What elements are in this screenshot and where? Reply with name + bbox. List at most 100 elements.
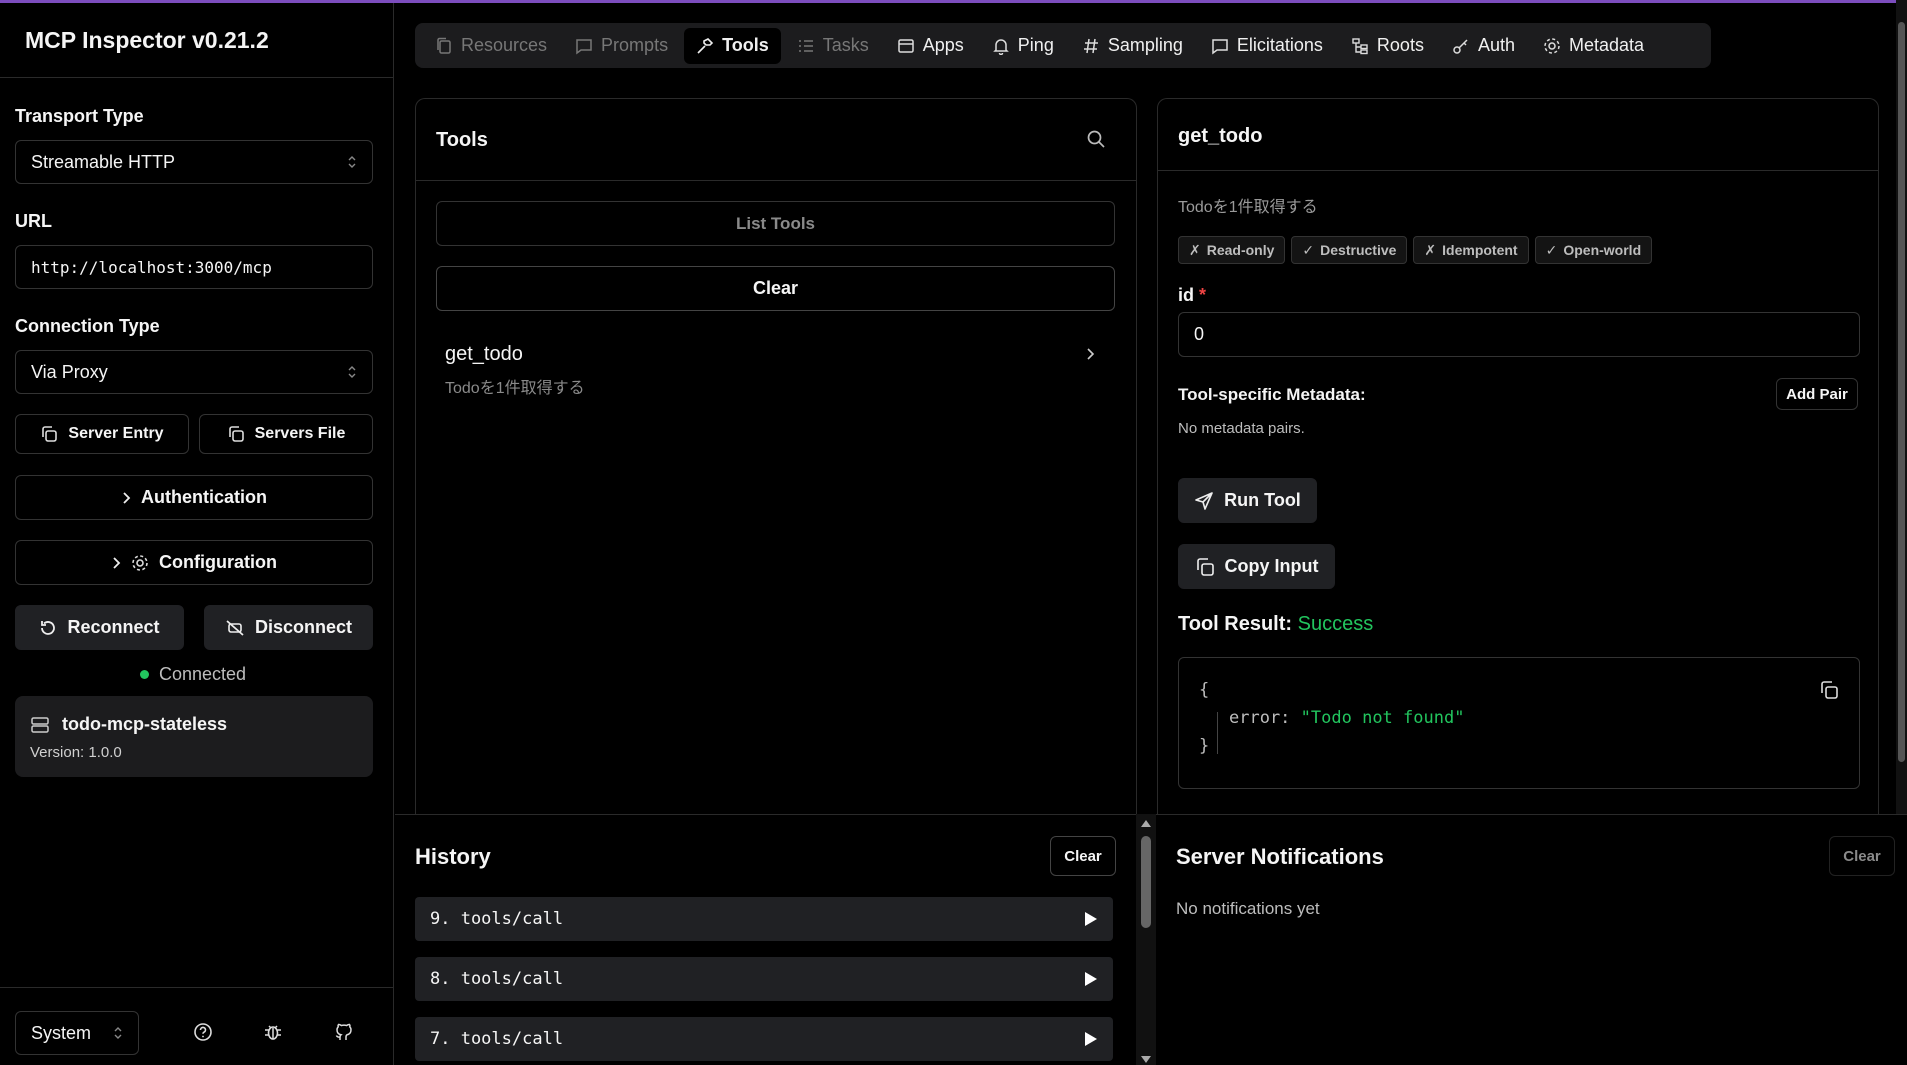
reconnect-label: Reconnect bbox=[67, 617, 160, 637]
app-title: MCP Inspector v0.21.2 bbox=[0, 3, 393, 78]
tab-prompts[interactable]: Prompts bbox=[563, 28, 680, 64]
metadata-label: Tool-specific Metadata: bbox=[1178, 385, 1366, 404]
list-icon bbox=[797, 37, 815, 55]
notifications-title: Server Notifications bbox=[1176, 844, 1384, 869]
history-clear-button[interactable]: Clear bbox=[1050, 836, 1116, 876]
chevron-up-down-icon bbox=[113, 1026, 123, 1040]
transport-type-select[interactable]: Streamable HTTP bbox=[15, 140, 373, 184]
server-version: Version: 1.0.0 bbox=[30, 744, 122, 761]
chevron-right-icon bbox=[111, 556, 121, 570]
tab-roots[interactable]: Roots bbox=[1339, 28, 1436, 64]
history-item[interactable]: 8. tools/call bbox=[415, 957, 1113, 1001]
authentication-button[interactable]: Authentication bbox=[15, 475, 373, 520]
server-info-card: todo-mcp-stateless Version: 1.0.0 bbox=[15, 696, 373, 777]
json-close-brace: } bbox=[1199, 736, 1210, 756]
notifications-clear-label: Clear bbox=[1843, 847, 1881, 865]
tab-label: Prompts bbox=[601, 35, 669, 55]
tab-label: Auth bbox=[1477, 35, 1515, 55]
url-input[interactable]: http://localhost:3000/mcp bbox=[15, 245, 373, 289]
unplug-icon bbox=[225, 619, 245, 637]
tool-detail-header: get_todo bbox=[1158, 99, 1878, 171]
play-icon[interactable] bbox=[1084, 1031, 1098, 1047]
tab-label: Resources bbox=[461, 35, 548, 55]
chevron-right-icon bbox=[1085, 347, 1095, 361]
json-value: "Todo not found" bbox=[1300, 708, 1465, 728]
tab-tools[interactable]: Tools bbox=[684, 27, 781, 64]
badge-idempotent: ✗ Idempotent bbox=[1413, 236, 1529, 264]
tools-panel-header: Tools bbox=[416, 99, 1136, 181]
list-tools-button[interactable]: List Tools bbox=[436, 201, 1115, 246]
theme-select[interactable]: System bbox=[15, 1011, 139, 1055]
tools-panel: Tools List Tools Clear get_todo Todoを1件取… bbox=[415, 98, 1137, 814]
tab-metadata[interactable]: Metadata bbox=[1531, 28, 1656, 64]
bug-icon[interactable] bbox=[263, 1022, 283, 1042]
tab-resources[interactable]: Resources bbox=[423, 28, 559, 64]
badge-label: Read-only bbox=[1206, 242, 1275, 258]
hammer-icon bbox=[696, 37, 714, 55]
scrollbar-thumb[interactable] bbox=[1898, 22, 1905, 762]
hash-icon bbox=[1082, 37, 1100, 55]
tool-description: Todoを1件取得する bbox=[445, 380, 585, 397]
server-entry-button[interactable]: Server Entry bbox=[15, 414, 189, 454]
tab-tasks[interactable]: Tasks bbox=[785, 28, 881, 64]
connection-type-select[interactable]: Via Proxy bbox=[15, 350, 373, 394]
list-item[interactable]: get_todo Todoを1件取得する bbox=[445, 343, 1115, 398]
copy-input-button[interactable]: Copy Input bbox=[1178, 544, 1335, 589]
tab-label: Elicitations bbox=[1236, 35, 1323, 55]
tab-sampling[interactable]: Sampling bbox=[1070, 28, 1195, 64]
tab-auth[interactable]: Auth bbox=[1440, 28, 1527, 64]
server-icon bbox=[30, 716, 50, 734]
configuration-button[interactable]: Configuration bbox=[15, 540, 373, 585]
tab-apps[interactable]: Apps bbox=[885, 28, 976, 64]
copy-icon[interactable] bbox=[1819, 680, 1839, 700]
servers-file-button[interactable]: Servers File bbox=[199, 414, 373, 454]
tab-label: Tasks bbox=[822, 35, 869, 55]
search-icon[interactable] bbox=[1086, 129, 1106, 149]
tab-label: Ping bbox=[1017, 35, 1054, 55]
status-text: Connected bbox=[159, 664, 247, 684]
badge-open-world: ✓ Open-world bbox=[1534, 236, 1653, 264]
add-pair-button[interactable]: Add Pair bbox=[1776, 378, 1858, 410]
history-item[interactable]: 7. tools/call bbox=[415, 1017, 1113, 1061]
copy-icon bbox=[40, 425, 58, 443]
history-item-label: 9. tools/call bbox=[430, 909, 564, 929]
tool-detail-panel: get_todo Todoを1件取得する ✗ Read-only ✓ Destruc… bbox=[1157, 98, 1879, 814]
history-scrollbar[interactable] bbox=[1136, 814, 1156, 1065]
x-icon: ✗ bbox=[1424, 241, 1437, 258]
rotate-ccw-icon bbox=[39, 619, 57, 637]
tab-elicitations[interactable]: Elicitations bbox=[1199, 28, 1335, 64]
history-item[interactable]: 9. tools/call bbox=[415, 897, 1113, 941]
clear-tools-button[interactable]: Clear bbox=[436, 266, 1115, 311]
main-scrollbar[interactable] bbox=[1896, 0, 1907, 814]
status-dot bbox=[140, 670, 149, 679]
play-icon[interactable] bbox=[1084, 971, 1098, 987]
sidebar: MCP Inspector v0.21.2 Transport Type Str… bbox=[0, 3, 394, 1065]
reconnect-button[interactable]: Reconnect bbox=[15, 605, 184, 650]
window-icon bbox=[897, 37, 915, 55]
history-item-label: 8. tools/call bbox=[430, 969, 564, 989]
chevron-up-down-icon bbox=[347, 365, 357, 379]
notifications-empty-text: No notifications yet bbox=[1176, 899, 1320, 918]
configuration-label: Configuration bbox=[159, 552, 277, 572]
help-circle-icon[interactable] bbox=[193, 1022, 213, 1042]
tool-detail-title: get_todo bbox=[1178, 125, 1263, 147]
play-icon[interactable] bbox=[1084, 911, 1098, 927]
tab-bar: Resources Prompts Tools Tasks Apps Ping … bbox=[415, 23, 1711, 68]
tool-name: get_todo bbox=[445, 343, 523, 365]
no-metadata-text: No metadata pairs. bbox=[1178, 420, 1305, 437]
badge-read-only: ✗ Read-only bbox=[1178, 236, 1286, 264]
sidebar-footer: System bbox=[0, 987, 394, 1065]
github-icon[interactable] bbox=[333, 1022, 353, 1042]
id-input[interactable]: 0 bbox=[1178, 312, 1860, 357]
tab-label: Metadata bbox=[1568, 35, 1645, 55]
send-icon bbox=[1194, 491, 1214, 511]
tab-ping[interactable]: Ping bbox=[980, 28, 1066, 64]
tool-result-status: Success bbox=[1297, 613, 1374, 635]
disconnect-button[interactable]: Disconnect bbox=[204, 605, 373, 650]
run-tool-button[interactable]: Run Tool bbox=[1178, 478, 1317, 523]
bell-icon bbox=[992, 37, 1010, 55]
notifications-clear-button[interactable]: Clear bbox=[1829, 836, 1895, 876]
key-icon bbox=[1452, 37, 1470, 55]
authentication-label: Authentication bbox=[141, 487, 267, 507]
tool-result-box: { error: "Todo not found" } bbox=[1178, 657, 1860, 789]
